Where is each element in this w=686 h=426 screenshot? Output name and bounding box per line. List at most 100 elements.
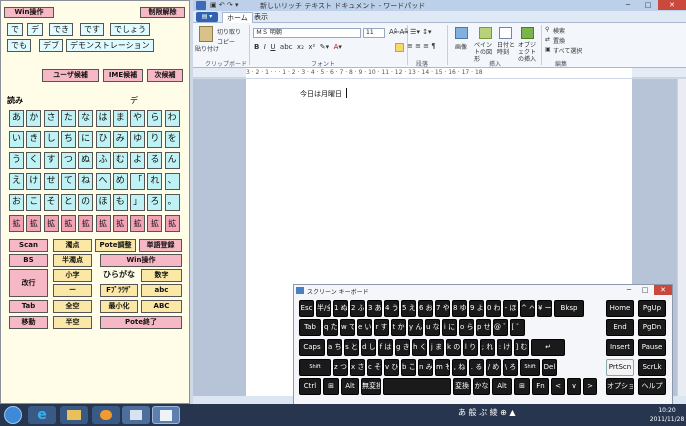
keyboard-key[interactable]: t か — [391, 319, 406, 336]
number-button[interactable]: 数字 — [141, 269, 182, 282]
kana-key[interactable]: せ — [43, 173, 59, 190]
move-button[interactable]: 移動 — [9, 316, 48, 329]
keyboard-key[interactable]: n み — [418, 359, 433, 376]
keyboard-key[interactable]: 無変換 — [361, 378, 381, 395]
tab-home[interactable]: ホーム — [222, 12, 253, 23]
full-space-button[interactable]: 全空 — [53, 300, 92, 313]
keyboard-key[interactable]: 1 ぬ — [333, 300, 348, 317]
kana-key[interactable]: 、 — [164, 173, 180, 190]
image-icon[interactable] — [455, 27, 468, 39]
find-button[interactable]: 検索 — [553, 26, 565, 35]
keyboard-key[interactable]: Shift — [299, 359, 331, 376]
candidate-item[interactable]: でも — [7, 39, 31, 52]
win-operation-key[interactable]: Win操作 — [100, 254, 182, 267]
system-tray[interactable]: あ 般 ぷ 綾 ⊕ ▲ — [458, 407, 516, 418]
keyboard-key[interactable]: e い — [357, 319, 372, 336]
keyboard-key[interactable]: Alt — [341, 378, 359, 395]
small-char-button[interactable]: 小字 — [53, 269, 92, 282]
expand-key[interactable]: 拡 — [130, 215, 146, 232]
keyboard-key[interactable]: - ほ — [503, 300, 518, 317]
kana-key[interactable]: ふ — [95, 152, 111, 169]
kana-key[interactable]: 「 — [130, 173, 146, 190]
keyboard-close-icon[interactable]: ✕ — [654, 285, 672, 295]
kana-key[interactable]: ま — [112, 110, 128, 127]
quick-access-icons[interactable]: ▣ ↶ ↷ ▾ — [210, 1, 239, 9]
kana-key[interactable]: ぬ — [78, 152, 94, 169]
enter-button[interactable]: 改行 — [9, 269, 48, 297]
keyboard-key[interactable]: Pause — [638, 339, 666, 356]
keyboard-key[interactable]: 7 や — [435, 300, 450, 317]
keyboard-key[interactable]: 9 よ — [469, 300, 484, 317]
backspace-button[interactable]: BS — [9, 254, 48, 267]
release-limit-button[interactable]: 制限解除 — [140, 7, 185, 18]
keyboard-key[interactable]: o ら — [459, 319, 474, 336]
kana-key[interactable]: そ — [43, 194, 59, 211]
keyboard-key[interactable]: p せ — [476, 319, 491, 336]
kana-key[interactable]: な — [78, 110, 94, 127]
keyboard-key[interactable]: 6 お — [418, 300, 433, 317]
keyboard-key[interactable]: ヘルプ — [638, 378, 666, 395]
kana-key[interactable]: さ — [43, 110, 59, 127]
long-vowel-button[interactable]: ー — [53, 284, 92, 297]
keyboard-key[interactable]: g き — [395, 339, 410, 356]
keyboard-key[interactable]: Alt — [492, 378, 512, 395]
kana-key[interactable]: り — [147, 131, 163, 148]
kana-key[interactable]: た — [60, 110, 76, 127]
keyboard-key[interactable]: 5 え — [401, 300, 416, 317]
keyboard-key[interactable]: Insert — [606, 339, 634, 356]
expand-key[interactable]: 拡 — [43, 215, 59, 232]
keyboard-key[interactable]: z つ — [333, 359, 348, 376]
keyboard-key[interactable]: ] む — [514, 339, 529, 356]
uppercase-abc-button[interactable]: ABC — [141, 300, 182, 313]
internet-explorer-icon[interactable]: e — [28, 406, 56, 424]
keyboard-key[interactable]: ; れ — [480, 339, 495, 356]
keyboard-key[interactable]: w て — [340, 319, 355, 336]
kana-key[interactable]: ひ — [95, 131, 111, 148]
kana-key[interactable]: お — [9, 194, 24, 211]
start-button-icon[interactable] — [4, 406, 22, 424]
keyboard-key[interactable]: a ち — [327, 339, 342, 356]
kana-key[interactable]: 」 — [130, 194, 146, 211]
candidate-item[interactable]: で — [7, 23, 23, 36]
keyboard-key[interactable]: j ま — [429, 339, 444, 356]
kana-key[interactable]: ほ — [95, 194, 111, 211]
keyboard-key[interactable]: ⊞ — [514, 378, 530, 395]
tab-button[interactable]: Tab — [9, 300, 48, 313]
keyboard-key[interactable]: オプション — [606, 378, 634, 395]
kana-key[interactable]: も — [112, 194, 128, 211]
keyboard-key[interactable]: m も — [435, 359, 450, 376]
keyboard-key[interactable]: Bksp — [554, 300, 584, 317]
keyboard-key[interactable]: Fn — [532, 378, 549, 395]
keyboard-key[interactable]: Esc — [299, 300, 314, 317]
next-candidate-button[interactable]: 次候補 — [147, 69, 183, 82]
kana-key[interactable]: と — [60, 194, 76, 211]
keyboard-key[interactable]: l り — [463, 339, 478, 356]
user-candidate-button[interactable]: ユーザ候補 — [42, 69, 99, 82]
indent-buttons[interactable]: ⇤ ⇥ ☰▾ ↕▾ — [394, 28, 432, 36]
kana-key[interactable]: 。 — [164, 194, 180, 211]
keyboard-key[interactable]: ∨ — [567, 378, 581, 395]
scan-button[interactable]: Scan — [9, 239, 48, 252]
half-space-button[interactable]: 半空 — [53, 316, 92, 329]
kana-key[interactable]: ら — [147, 110, 163, 127]
kana-key[interactable]: つ — [60, 152, 76, 169]
file-menu-button[interactable]: ▤ ▾ — [196, 12, 218, 22]
keyboard-key[interactable]: . る — [469, 359, 484, 376]
kana-key[interactable]: の — [78, 194, 94, 211]
kana-key[interactable]: み — [112, 131, 128, 148]
kana-key[interactable]: ん — [164, 152, 180, 169]
expand-key[interactable]: 拡 — [78, 215, 94, 232]
copy-button[interactable]: コピー — [217, 37, 235, 46]
keyboard-key[interactable]: : け — [497, 339, 512, 356]
kana-key[interactable]: け — [26, 173, 42, 190]
kana-key[interactable]: よ — [130, 152, 146, 169]
kana-key[interactable]: に — [78, 131, 94, 148]
candidate-item[interactable]: です — [80, 23, 104, 36]
keyboard-key[interactable]: f は — [378, 339, 393, 356]
kana-key[interactable]: い — [9, 131, 24, 148]
kana-key[interactable]: を — [164, 131, 180, 148]
align-left-icon[interactable] — [395, 43, 404, 52]
kana-key[interactable]: か — [26, 110, 42, 127]
kana-key[interactable]: す — [43, 152, 59, 169]
keyboard-key[interactable]: Shift — [520, 359, 540, 376]
